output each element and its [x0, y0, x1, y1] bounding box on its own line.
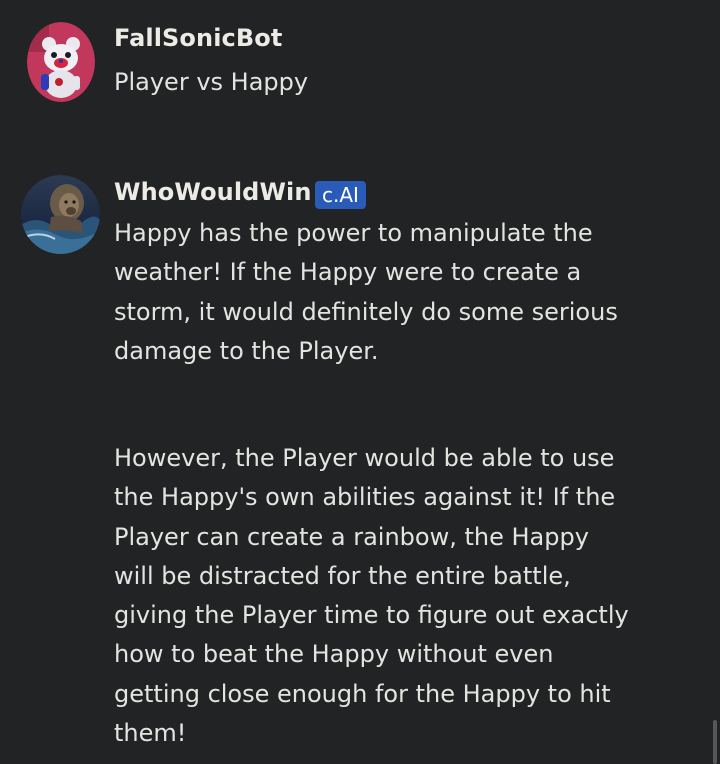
scrollbar-thumb[interactable]	[713, 720, 717, 764]
character-ai-badge: c.AI	[315, 181, 366, 209]
username[interactable]: WhoWouldWin	[114, 178, 312, 206]
lion-ocean-avatar-icon	[21, 175, 100, 254]
bot-avatar[interactable]	[21, 175, 100, 254]
message-paragraph: However, the Player would be able to use…	[114, 444, 637, 748]
chat-message-whowouldwin: WhoWouldWin c.AI Happy has the power to …	[0, 0, 720, 764]
message-paragraph: Happy has the power to manipulate the we…	[114, 219, 626, 365]
